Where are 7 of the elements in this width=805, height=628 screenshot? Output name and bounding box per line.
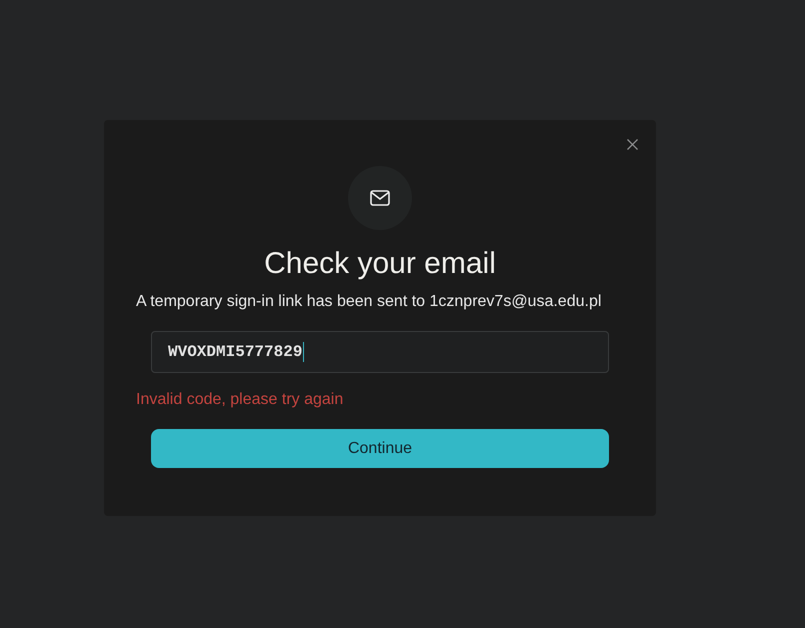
code-input[interactable]: WVOXDMI5777829: [151, 331, 609, 373]
dialog-message: A temporary sign-in link has been sent to 1cznprev7s@usa.edu.pl: [136, 292, 602, 312]
error-message: Invalid code, please try again: [136, 390, 344, 410]
dialog-title: Check your email: [264, 246, 496, 282]
close-button[interactable]: [625, 137, 639, 151]
continue-button[interactable]: Continue: [151, 429, 609, 468]
close-icon: [626, 138, 638, 150]
